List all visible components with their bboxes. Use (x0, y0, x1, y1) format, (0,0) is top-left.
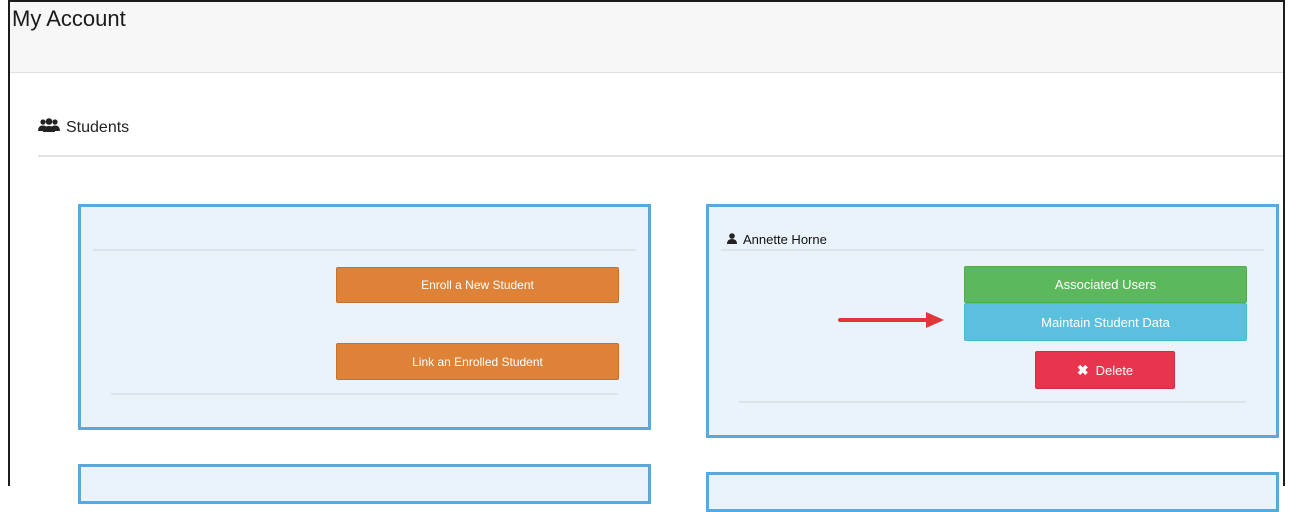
card-divider (93, 249, 636, 251)
annotation-arrow-icon (838, 312, 944, 328)
page-title: My Account (12, 6, 126, 31)
delete-label: Delete (1095, 362, 1134, 378)
delete-button[interactable]: ✖ Delete (1035, 351, 1175, 389)
student-card: Annette Horne Associated Users Maintain … (706, 204, 1279, 438)
section-divider (38, 155, 1283, 157)
link-enrolled-student-button[interactable]: Link an Enrolled Student (336, 343, 619, 380)
enroll-new-student-button[interactable]: Enroll a New Student (336, 267, 619, 303)
page-header: My Account (10, 2, 1283, 73)
student-name: Annette Horne (727, 232, 827, 247)
student-card-partial (706, 472, 1279, 512)
student-actions-card: Enroll a New Student Link an Enrolled St… (78, 204, 651, 430)
card-divider (111, 393, 618, 395)
users-icon (38, 118, 60, 137)
student-name-label: Annette Horne (743, 232, 827, 247)
close-icon: ✖ (1076, 361, 1089, 378)
user-icon (727, 232, 737, 247)
card-divider (721, 249, 1264, 251)
maintain-student-data-button[interactable]: Maintain Student Data (964, 303, 1247, 341)
page-frame: My Account Students Enroll a New Student… (8, 0, 1285, 512)
student-card-partial (78, 464, 651, 504)
students-heading: Students (38, 118, 129, 137)
card-divider (739, 401, 1246, 403)
students-heading-label: Students (66, 118, 130, 136)
associated-users-button[interactable]: Associated Users (964, 266, 1247, 303)
